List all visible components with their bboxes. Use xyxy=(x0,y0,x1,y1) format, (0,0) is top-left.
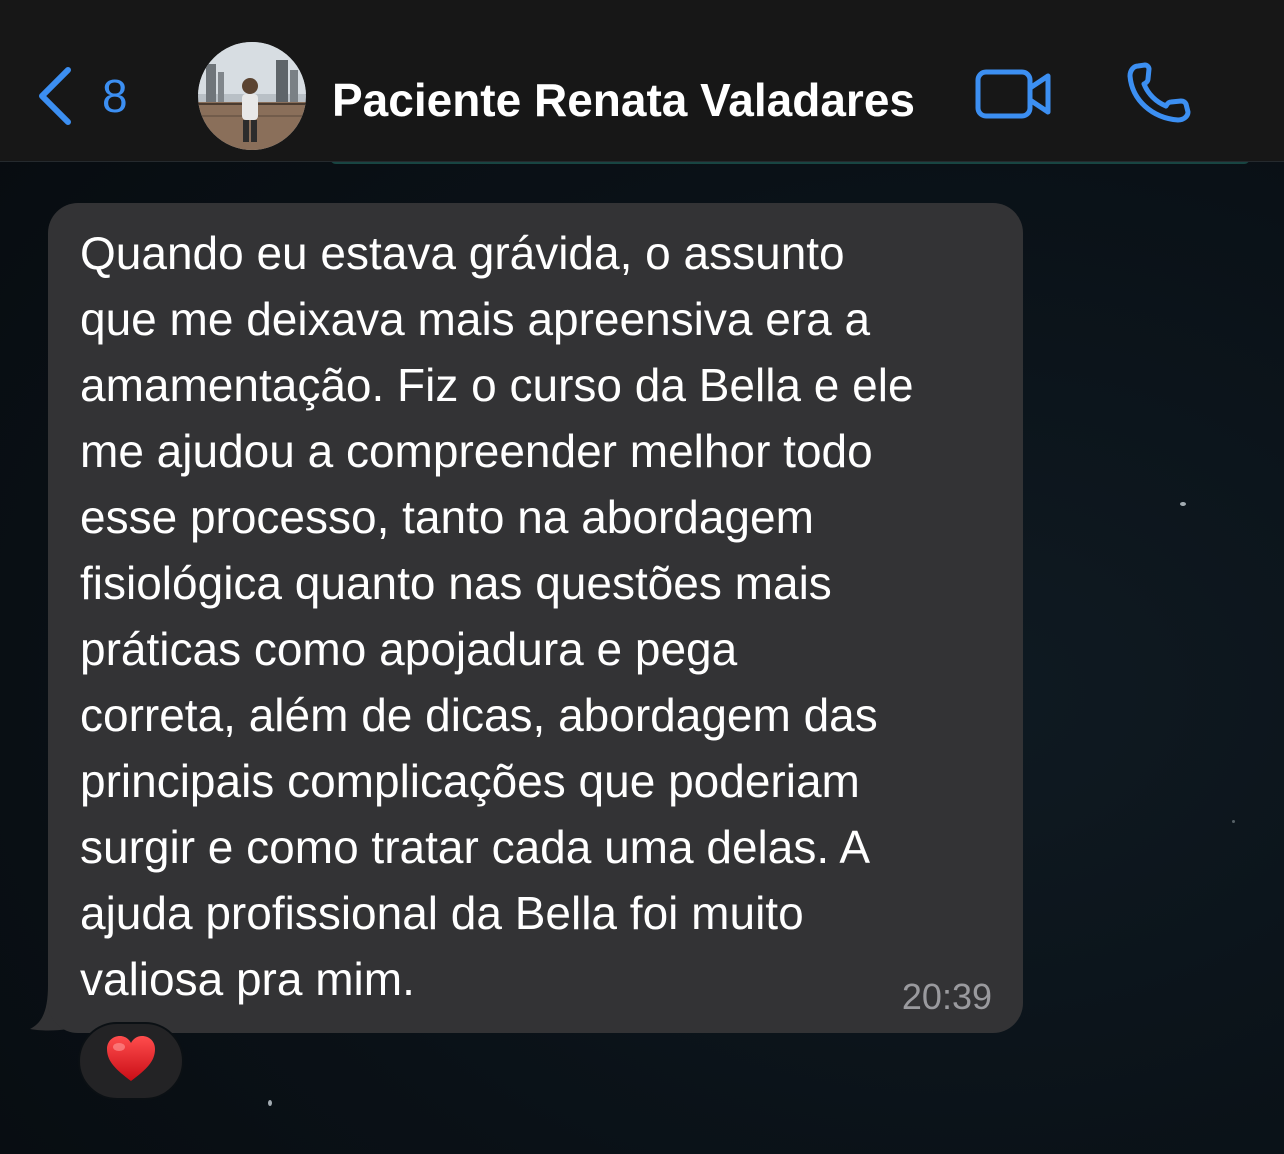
voice-call-button[interactable] xyxy=(1124,60,1194,126)
wallpaper-speck xyxy=(1232,820,1235,823)
wallpaper-speck xyxy=(268,1100,272,1106)
back-button[interactable]: 8 xyxy=(36,64,128,128)
chat-header: 8 Paciente Renata Valadares xyxy=(0,0,1284,162)
avatar[interactable] xyxy=(198,42,306,150)
contact-name[interactable]: Paciente Renata Valadares xyxy=(332,70,915,130)
unread-count: 8 xyxy=(102,70,128,122)
video-camera-icon xyxy=(972,69,1056,128)
message-text: Quando eu estava grávida, o assunto que … xyxy=(80,227,914,1005)
wallpaper-speck xyxy=(1180,502,1186,506)
phone-icon xyxy=(1124,62,1194,130)
video-call-button[interactable] xyxy=(972,64,1056,124)
message-timestamp: 20:39 xyxy=(901,976,992,1017)
chevron-left-icon xyxy=(36,66,72,126)
heart-icon xyxy=(105,1035,157,1088)
reaction-badge[interactable] xyxy=(78,1022,184,1100)
